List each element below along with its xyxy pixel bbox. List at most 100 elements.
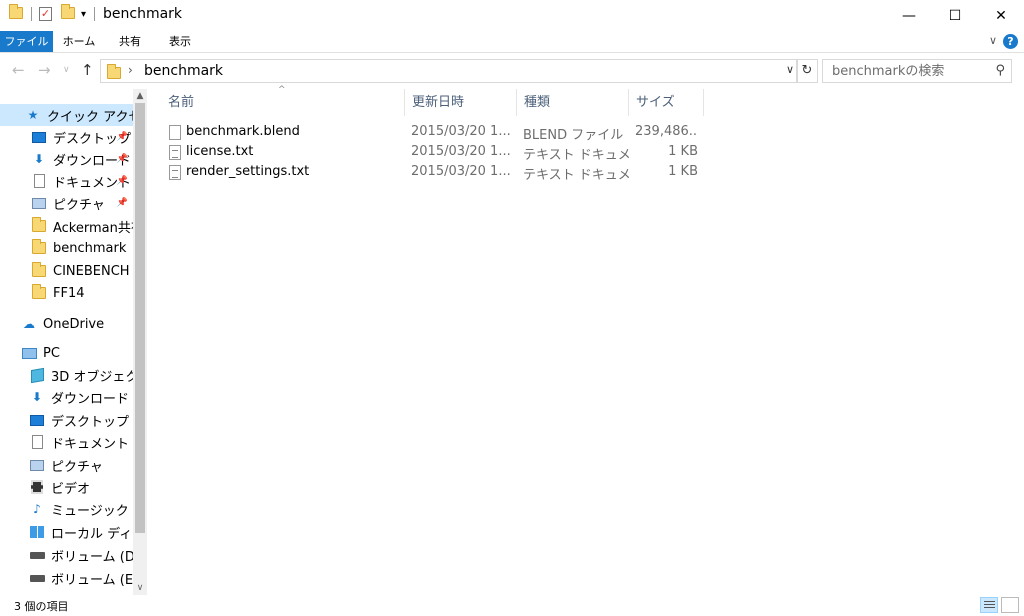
document-icon <box>29 435 45 449</box>
column-header-size[interactable]: サイズ <box>629 89 703 116</box>
pin-icon: 📌 <box>116 176 128 186</box>
file-name: license.txt <box>186 144 254 159</box>
sidebar-item-desktop[interactable]: デスクトップ 📌 <box>0 126 133 148</box>
sidebar-item-label: Ackerman共有 <box>53 220 133 236</box>
sidebar-item-downloads[interactable]: ⬇ ダウンロード 📌 <box>0 148 133 170</box>
table-row[interactable]: render_settings.txt 2015/03/20 1... テキスト… <box>162 162 703 183</box>
search-icon[interactable]: ⚲ <box>995 63 1005 78</box>
pictures-icon <box>31 196 47 210</box>
status-bar: 3 個の項目 <box>0 595 1024 616</box>
sidebar-item-label: ピクチャ <box>53 197 105 213</box>
download-icon: ⬇ <box>31 390 43 404</box>
sidebar-item-label: ローカル ディスク (C:) <box>51 526 133 542</box>
navigation-pane: ★ クイック アクセス デスクトップ 📌 ⬇ ダウンロード 📌 ドキュメント 📌… <box>0 89 147 595</box>
file-list: ^ 名前 更新日時 種類 サイズ benchmark.blend 2015/03… <box>147 85 1024 595</box>
folder-icon <box>31 217 47 233</box>
sidebar-item-pictures[interactable]: ピクチャ 📌 <box>0 192 133 214</box>
sidebar-item-benchmark[interactable]: benchmark <box>0 237 133 259</box>
scrollbar-thumb[interactable] <box>135 103 145 533</box>
folder-icon <box>31 284 47 300</box>
back-button[interactable]: ← <box>12 61 25 79</box>
scroll-up-icon[interactable]: ▲ <box>133 89 147 103</box>
file-size: 1 KB <box>668 164 698 179</box>
search-box[interactable]: ⚲ <box>822 59 1012 83</box>
scroll-down-icon[interactable]: ∨ <box>133 581 147 595</box>
sidebar-item-pc-documents[interactable]: ドキュメント <box>0 431 133 453</box>
up-button[interactable]: ↑ <box>81 61 94 79</box>
sidebar-item-label: ピクチャ <box>51 459 103 475</box>
minimize-button[interactable]: — <box>886 0 932 31</box>
refresh-button[interactable]: ↻ <box>796 59 818 83</box>
drive-icon <box>29 571 45 585</box>
breadcrumb-chevron-icon[interactable]: › <box>128 63 133 77</box>
file-icon <box>169 125 181 140</box>
sidebar-item-pc-downloads[interactable]: ⬇ ダウンロード <box>0 386 133 408</box>
tab-file[interactable]: ファイル <box>0 31 53 52</box>
folder-icon <box>31 262 47 278</box>
details-view-button[interactable] <box>980 597 998 613</box>
sidebar-item-cinebench[interactable]: CINEBENCH <box>0 260 133 282</box>
window-title: benchmark <box>103 6 183 22</box>
sidebar-item-local-disk-c[interactable]: ローカル ディスク (C:) <box>0 521 133 543</box>
sidebar-item-pc-desktop[interactable]: デスクトップ <box>0 409 133 431</box>
recent-locations-icon[interactable]: ∨ <box>63 65 70 75</box>
large-icons-view-button[interactable] <box>1001 597 1019 613</box>
new-folder-icon[interactable] <box>61 4 75 19</box>
sidebar-item-ff14[interactable]: FF14 <box>0 282 133 304</box>
column-header-type[interactable]: 種類 <box>517 89 628 116</box>
help-icon[interactable]: ? <box>1003 34 1018 49</box>
table-row[interactable]: benchmark.blend 2015/03/20 1... BLEND ファ… <box>162 122 703 143</box>
column-header-name[interactable]: 名前 <box>161 89 404 116</box>
nav-pane-scrollbar[interactable]: ▲ ∨ <box>133 89 147 595</box>
sidebar-item-label: PC <box>43 345 60 361</box>
file-size: 239,486... <box>635 124 698 139</box>
address-field[interactable]: › benchmark ∨ <box>100 59 798 83</box>
forward-button[interactable]: → <box>38 61 51 79</box>
address-dropdown-icon[interactable]: ∨ <box>786 63 794 76</box>
file-name: benchmark.blend <box>186 124 300 139</box>
column-header-modified[interactable]: 更新日時 <box>405 89 516 116</box>
drive-icon <box>29 548 45 562</box>
search-input[interactable] <box>824 61 984 81</box>
separator <box>94 7 95 21</box>
sidebar-item-label: ドキュメント <box>51 436 130 452</box>
tab-share[interactable]: 共有 <box>110 31 150 52</box>
sidebar-item-volume-d[interactable]: ボリューム (D:) <box>0 544 133 566</box>
sidebar-item-pc[interactable]: PC <box>0 342 133 364</box>
text-file-icon <box>169 145 181 160</box>
sidebar-item-label: ミュージック <box>51 503 129 519</box>
sidebar-item-3d-objects[interactable]: 3D オブジェクト <box>0 364 133 386</box>
tab-home[interactable]: ホーム <box>58 31 100 52</box>
file-name: render_settings.txt <box>186 164 310 179</box>
sidebar-item-quick-access[interactable]: ★ クイック アクセス <box>0 104 133 126</box>
title-bar: ✓ ▾ benchmark — ☐ ✕ <box>0 0 1024 31</box>
folder-icon <box>9 4 23 19</box>
sidebar-item-ackerman-share[interactable]: Ackerman共有 <box>0 215 133 237</box>
sidebar-item-label: ボリューム (E:) <box>51 572 133 588</box>
windows-drive-icon <box>29 525 45 539</box>
ribbon-expand-icon[interactable]: ∨ <box>989 34 997 47</box>
sidebar-item-music[interactable]: ♪ ミュージック <box>0 498 133 520</box>
tab-view[interactable]: 表示 <box>160 31 200 52</box>
sidebar-item-pc-pictures[interactable]: ピクチャ <box>0 454 133 476</box>
pin-icon: 📌 <box>116 154 128 164</box>
maximize-button[interactable]: ☐ <box>932 0 978 31</box>
star-icon: ★ <box>27 108 39 122</box>
file-modified: 2015/03/20 1... <box>411 164 511 179</box>
sidebar-item-label: クイック アクセス <box>47 109 133 125</box>
pc-icon <box>21 346 37 360</box>
customize-toolbar-dropdown-icon[interactable]: ▾ <box>81 9 86 20</box>
column-divider[interactable] <box>703 89 704 116</box>
file-size: 1 KB <box>668 144 698 159</box>
table-row[interactable]: license.txt 2015/03/20 1... テキスト ドキュメ...… <box>162 142 703 163</box>
cloud-icon: ☁ <box>23 317 35 331</box>
breadcrumb-benchmark[interactable]: benchmark <box>144 63 223 79</box>
music-icon: ♪ <box>33 502 41 516</box>
properties-icon[interactable]: ✓ <box>39 7 52 21</box>
sidebar-item-documents[interactable]: ドキュメント 📌 <box>0 170 133 192</box>
sidebar-item-videos[interactable]: ビデオ <box>0 476 133 498</box>
sidebar-item-volume-e[interactable]: ボリューム (E:) <box>0 567 133 589</box>
sidebar-item-onedrive[interactable]: ☁ OneDrive <box>0 313 133 335</box>
3d-objects-icon <box>29 367 45 383</box>
close-button[interactable]: ✕ <box>978 0 1024 31</box>
